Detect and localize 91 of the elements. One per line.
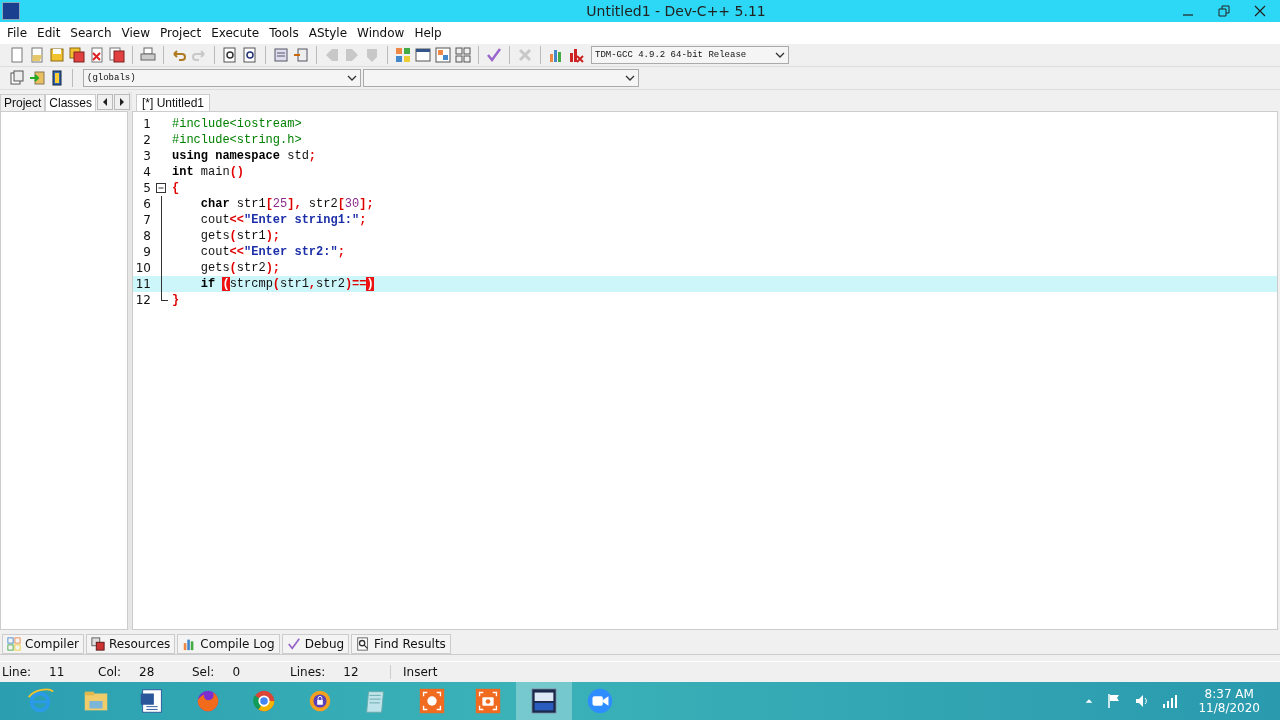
ide-app-icon[interactable] (529, 686, 559, 716)
menu-item[interactable]: Tools (264, 26, 304, 40)
menu-item[interactable]: File (2, 26, 33, 40)
line-number: 1 (142, 116, 152, 132)
save-icon[interactable] (49, 47, 65, 63)
menu-item[interactable]: Help (409, 26, 447, 40)
check-icon[interactable] (486, 47, 502, 63)
code-line: { (172, 180, 180, 196)
app-icon (2, 2, 20, 20)
scope-select[interactable]: (globals) (83, 69, 361, 87)
compiler-icon (7, 637, 21, 651)
status-label: Lines: (290, 665, 326, 679)
rebuild-icon[interactable] (455, 47, 471, 63)
scroll-left-icon[interactable] (97, 93, 114, 110)
output-tab[interactable]: Compile Log (177, 634, 280, 654)
insert-icon[interactable] (9, 70, 25, 86)
fold-toggle-icon[interactable] (156, 183, 166, 193)
line-number: 2 (142, 132, 152, 148)
save-all-icon[interactable] (69, 47, 85, 63)
code-line: using namespace std; (172, 148, 317, 164)
editor-tab[interactable]: [*] Untitled1 (136, 94, 211, 111)
profile-icon[interactable] (568, 47, 584, 63)
status-label: Sel: (192, 665, 215, 679)
line-number: 10 (134, 260, 152, 276)
taskbar-button[interactable] (516, 682, 572, 720)
status-value: 11 (49, 665, 65, 679)
status-label: Col: (98, 665, 122, 679)
compiler-select[interactable]: TDM-GCC 4.9.2 64-bit Release (591, 46, 789, 64)
code-line: int main() (172, 164, 245, 180)
menu-item[interactable]: View (116, 26, 156, 40)
signal-icon[interactable] (1162, 693, 1179, 709)
scroll-right-icon[interactable] (114, 93, 131, 110)
line-number: 9 (142, 244, 152, 260)
resources-icon (91, 637, 105, 651)
menu-item[interactable]: AStyle (303, 26, 353, 40)
find-icon (356, 637, 371, 651)
output-tab[interactable]: Find Results (351, 634, 451, 654)
compile-run-icon[interactable] (435, 47, 451, 63)
output-tab[interactable]: Compiler (2, 634, 84, 654)
open-file-icon[interactable] (29, 47, 45, 63)
output-tab[interactable]: Debug (281, 634, 350, 654)
unindent-icon[interactable] (293, 47, 309, 63)
menu-item[interactable]: Execute (206, 26, 265, 40)
run-icon[interactable] (415, 47, 431, 63)
menu-item[interactable]: Project (155, 26, 207, 40)
code-line: } (172, 292, 180, 308)
bookmark-list-icon[interactable] (49, 70, 65, 86)
line-number: 12 (134, 292, 152, 308)
menu-item[interactable]: Window (352, 26, 410, 40)
print-icon[interactable] (140, 47, 156, 63)
screen-recorder-icon[interactable] (417, 686, 447, 716)
code-line: cout<<"Enter str2:"; (199, 244, 345, 260)
close-all-icon[interactable] (109, 47, 125, 63)
menu-item[interactable]: Search (65, 26, 117, 40)
screenshot-icon[interactable] (473, 686, 503, 716)
video-call-icon[interactable] (585, 686, 615, 716)
undo-icon[interactable] (171, 47, 187, 63)
code-line: #include<string.h> (172, 132, 302, 148)
find-icon[interactable] (222, 47, 238, 63)
panel-tab[interactable]: Project (0, 94, 46, 111)
status-value: Insert (403, 665, 438, 679)
compile-icon[interactable] (395, 47, 411, 63)
code-line: gets(str2); (199, 260, 281, 276)
restore-icon[interactable] (1218, 5, 1230, 17)
indent-icon[interactable] (273, 47, 289, 63)
new-file-icon[interactable] (9, 47, 25, 63)
code-line: #include<iostream> (172, 116, 302, 132)
line-number: 3 (142, 148, 152, 164)
status-value: 28 (139, 665, 155, 679)
replace-icon[interactable] (242, 47, 258, 63)
line-number: 11 (134, 276, 152, 292)
line-number: 7 (142, 212, 152, 228)
line-number: 5 (142, 180, 152, 196)
close-icon[interactable] (1254, 5, 1266, 17)
status-value: 0 (232, 665, 241, 679)
panel-tab[interactable]: Classes (45, 94, 97, 111)
window-title: Untitled1 - Dev-C++ 5.11 (585, 3, 767, 19)
status-value: 12 (343, 665, 359, 679)
line-number: 8 (142, 228, 152, 244)
close-file-icon[interactable] (89, 47, 105, 63)
bar-chart-icon[interactable] (548, 47, 564, 63)
code-line: if (strcmp(str1,str2)==) (199, 276, 374, 292)
code-line: cout<<"Enter string1:"; (199, 212, 367, 228)
line-number: 4 (142, 164, 152, 180)
menu-item[interactable]: Edit (32, 26, 66, 40)
check-icon (286, 637, 301, 651)
line-number: 6 (142, 196, 152, 212)
code-line: gets(str1); (199, 228, 281, 244)
output-tab[interactable]: Resources (86, 634, 176, 654)
code-line: char str1[25], str2[30]; (199, 196, 374, 212)
status-label: Line: (2, 665, 32, 679)
